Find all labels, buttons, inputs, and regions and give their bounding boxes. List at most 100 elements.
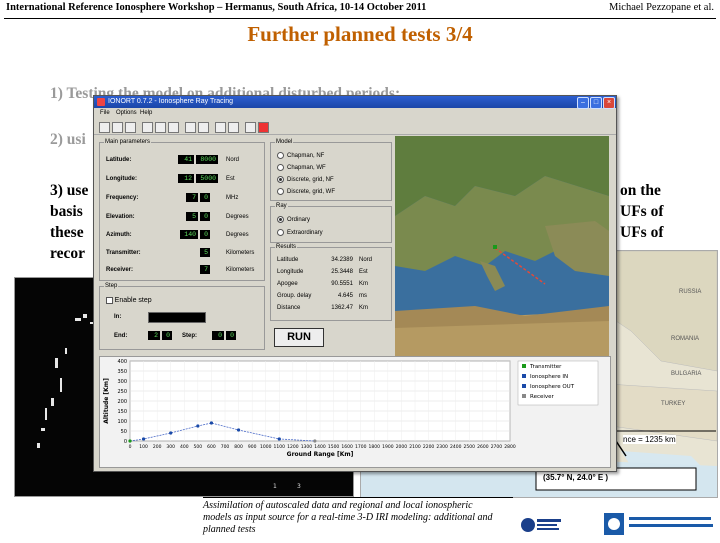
- frequency-dec[interactable]: 0: [200, 193, 210, 202]
- menu-options[interactable]: Options: [116, 110, 137, 116]
- model-option-chapman-wf[interactable]: Chapman, WF: [277, 164, 326, 171]
- y-tick-label: 400: [117, 359, 127, 365]
- settings-icon[interactable]: [185, 122, 196, 133]
- transmitter-label: Transmitter:: [106, 250, 141, 256]
- step-step-dec[interactable]: 0: [226, 331, 236, 340]
- frequency-label: Frequency:: [106, 195, 139, 201]
- legend-marker: [522, 384, 526, 388]
- menu-bar: File Options Help: [94, 109, 616, 119]
- azimuth-dec[interactable]: 0: [200, 230, 210, 239]
- window-icon[interactable]: [228, 122, 239, 133]
- model-option-discrete-nf[interactable]: Discrete, grid, NF: [277, 176, 334, 183]
- result-distance-label: Distance: [277, 305, 301, 311]
- x-tick-label: 2000: [396, 444, 408, 450]
- elevation-unit: Degrees: [226, 214, 249, 220]
- elevation-dec[interactable]: 0: [200, 212, 210, 221]
- ray-option-label: Ordinary: [287, 217, 311, 224]
- header-rule: [4, 18, 716, 19]
- x-tick-label: 2500: [464, 444, 476, 450]
- latitude-decimal[interactable]: 8000: [196, 155, 218, 164]
- x-tick-label: 2200: [423, 444, 435, 450]
- minimize-button[interactable]: –: [577, 97, 589, 109]
- ray-panel: Ray Ordinary Extraordinary: [270, 203, 392, 243]
- maximize-button[interactable]: □: [590, 97, 602, 109]
- window-titlebar[interactable]: IONORT 0.7.2 - Ionosphere Ray Tracing – …: [94, 96, 616, 109]
- caption-rule: [203, 497, 513, 498]
- item-3-line-1: 3) use: [50, 182, 89, 199]
- paste-icon[interactable]: [168, 122, 179, 133]
- enable-step-label: Enable step: [114, 297, 152, 305]
- y-tick-label: 0: [124, 439, 127, 445]
- item-3-line-3: these: [50, 224, 84, 241]
- latitude-degrees[interactable]: 41: [178, 155, 194, 164]
- x-tick-label: 2700: [491, 444, 503, 450]
- result-longitude-value: 25.3448: [331, 269, 353, 275]
- save-icon[interactable]: [125, 122, 136, 133]
- step-end-dec[interactable]: 0: [162, 331, 172, 340]
- result-group-delay-value: 4.645: [337, 293, 353, 299]
- run-button[interactable]: RUN: [274, 328, 324, 347]
- run-icon[interactable]: [245, 122, 256, 133]
- receiver-value[interactable]: 7: [200, 265, 210, 274]
- item-3-right-3: UFs of: [620, 224, 664, 241]
- item-3-right-2: UFs of: [620, 203, 664, 220]
- frequency-int[interactable]: 7: [186, 193, 198, 202]
- grid-icon[interactable]: [215, 122, 226, 133]
- print-icon[interactable]: [198, 122, 209, 133]
- longitude-unit: Est: [226, 176, 235, 182]
- close-button[interactable]: ×: [603, 97, 615, 109]
- ray-label: Ray: [275, 203, 288, 209]
- azimuth-unit: Degrees: [226, 232, 249, 238]
- x-tick-label: 600: [207, 444, 216, 450]
- new-icon[interactable]: [99, 122, 110, 133]
- y-tick-label: 250: [117, 389, 127, 395]
- receiver-label: Receiver:: [106, 267, 134, 273]
- copy-icon[interactable]: [155, 122, 166, 133]
- model-label: Model: [275, 139, 294, 145]
- satellite-map[interactable]: [395, 136, 609, 371]
- satellite-map-shapes: [395, 136, 609, 371]
- x-axis-label: Ground Range [Km]: [287, 451, 354, 458]
- ray-option-extraordinary[interactable]: Extraordinary: [277, 229, 323, 236]
- main-parameters-label: Main parameters: [104, 139, 152, 145]
- ray-option-ordinary[interactable]: Ordinary: [277, 216, 310, 223]
- result-latitude-label: Latitude: [277, 257, 299, 263]
- longitude-decimal[interactable]: 5000: [196, 174, 218, 183]
- model-option-discrete-wf[interactable]: Discrete, grid, WF: [277, 188, 335, 195]
- step-in-select[interactable]: [148, 312, 206, 323]
- ionort-window[interactable]: IONORT 0.7.2 - Ionosphere Ray Tracing – …: [93, 95, 617, 472]
- item-3-line-4: recor: [50, 245, 85, 262]
- step-step-label: Step:: [182, 333, 197, 339]
- step-end-int[interactable]: 2: [148, 331, 160, 340]
- main-parameters-panel: Main parameters Latitude: 41 8000 Nord L…: [99, 139, 265, 281]
- stop-icon[interactable]: [258, 122, 269, 133]
- open-icon[interactable]: [112, 122, 123, 133]
- x-tick-label: 1700: [355, 444, 367, 450]
- checkbox-box: [106, 297, 113, 304]
- azimuth-int[interactable]: 140: [180, 230, 198, 239]
- enable-step-checkbox[interactable]: Enable step: [106, 297, 152, 304]
- point-ionosphere-in: [196, 424, 200, 428]
- model-option-chapman-nf[interactable]: Chapman, NF: [277, 152, 324, 159]
- elevation-int[interactable]: 5: [186, 212, 198, 221]
- x-tick-label: 1900: [382, 444, 394, 450]
- ray-option-label: Extraordinary: [287, 230, 323, 237]
- transmitter-value[interactable]: 5: [200, 248, 210, 257]
- longitude-label: Longitude:: [106, 176, 137, 182]
- menu-help[interactable]: Help: [140, 110, 152, 116]
- step-step-int[interactable]: 0: [212, 331, 224, 340]
- cut-icon[interactable]: [142, 122, 153, 133]
- y-tick-label: 150: [117, 409, 127, 415]
- x-tick-label: 400: [180, 444, 189, 450]
- longitude-degrees[interactable]: 12: [178, 174, 194, 183]
- item-2: 2) usi: [50, 131, 86, 148]
- menu-file[interactable]: File: [100, 110, 110, 116]
- window-title: IONORT 0.7.2 - Ionosphere Ray Tracing: [108, 98, 234, 105]
- x-tick-label: 1200: [287, 444, 299, 450]
- result-longitude-unit: Est: [359, 269, 368, 275]
- latitude-label: Latitude:: [106, 157, 132, 163]
- result-distance-value: 1362.47: [331, 305, 353, 311]
- result-apogee-unit: Km: [359, 281, 368, 287]
- distance-label: nce = 1235 km: [623, 435, 676, 444]
- header-right: Michael Pezzopane et al.: [609, 2, 714, 13]
